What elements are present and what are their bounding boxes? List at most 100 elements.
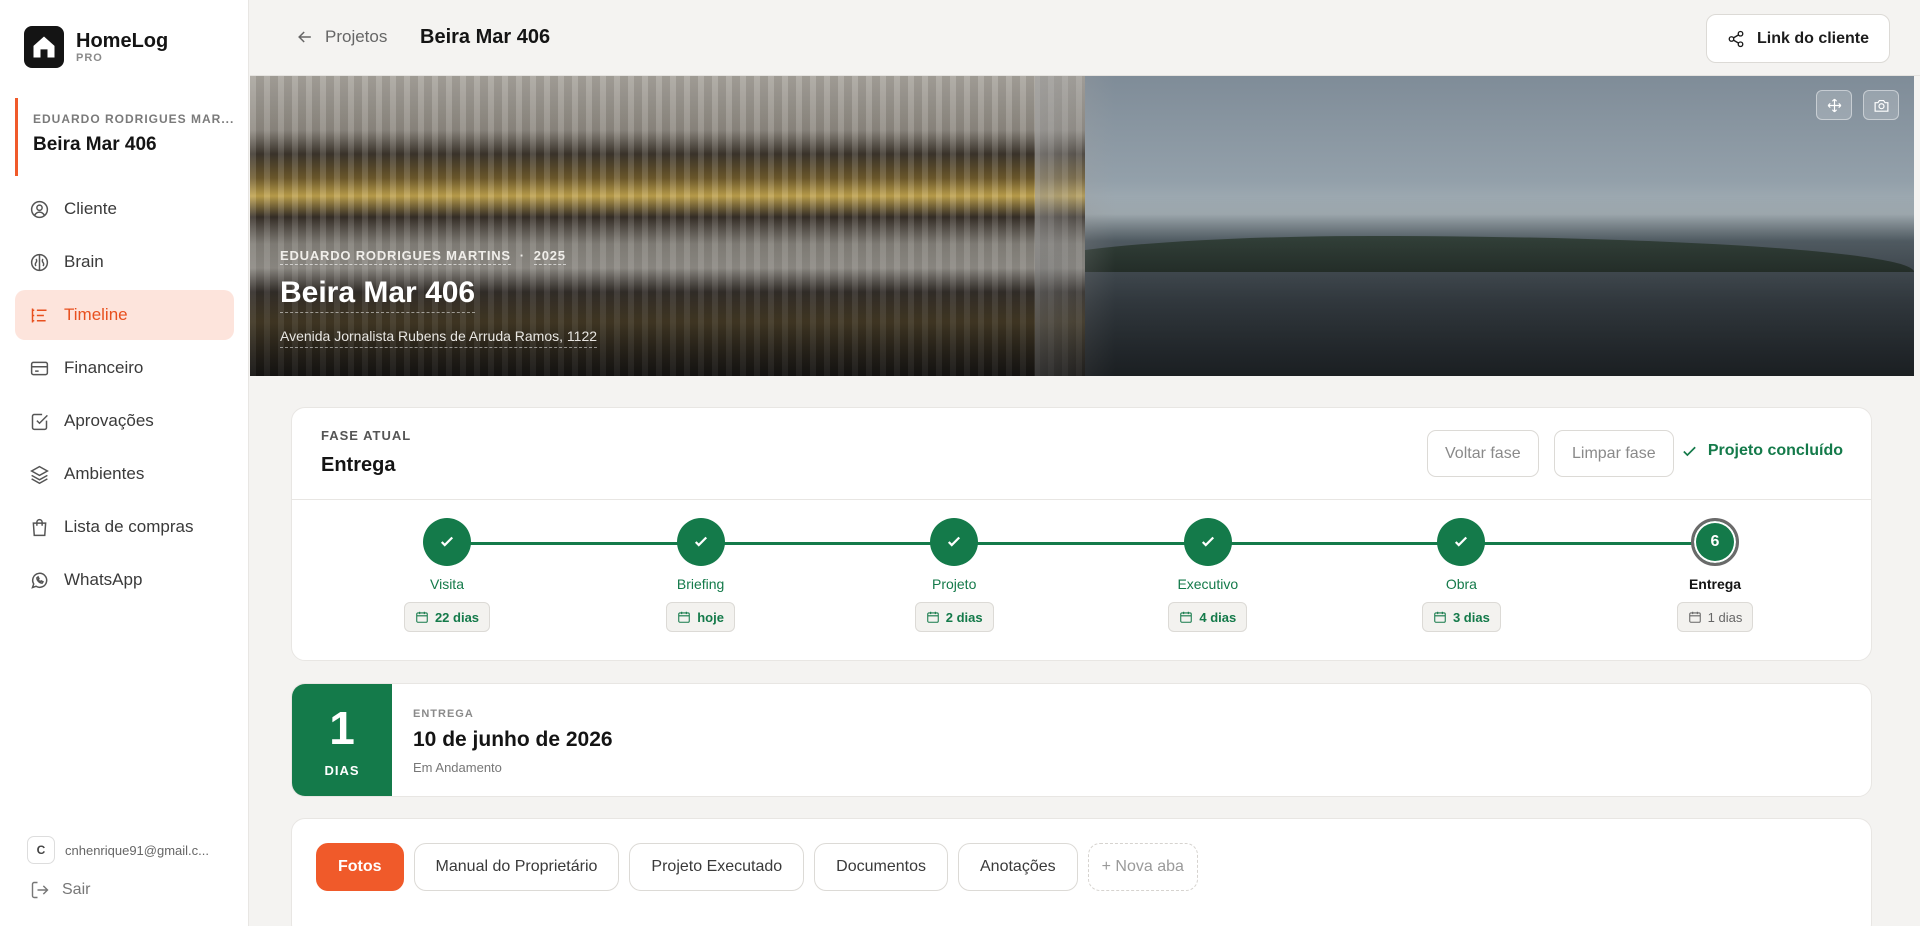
shopping-bag-icon [32, 518, 47, 536]
check-icon [440, 536, 454, 547]
step-circle-current: 6 [1691, 518, 1739, 566]
user-account[interactable]: C cnhenrique91@gmail.c... [27, 836, 209, 864]
step-duration-badge: 3 dias [1421, 602, 1501, 632]
current-project: EDUARDO RODRIGUES MAR... Beira Mar 406 [15, 98, 235, 176]
countdown-date: 10 de junho de 2026 [413, 728, 613, 751]
step-circle [676, 518, 725, 566]
step-duration: 2 dias [945, 609, 983, 625]
sidebar-item-lista-de-compras[interactable]: Lista de compras [15, 502, 234, 552]
sidebar-item-label: Aprovações [64, 411, 154, 430]
check-icon [1683, 446, 1696, 456]
change-cover-button[interactable] [1863, 90, 1899, 120]
countdown-label: ENTREGA [413, 708, 474, 720]
check-icon [1201, 536, 1214, 547]
app: HomeLog PRO EDUARDO RODRIGUES MAR... Bei… [0, 0, 1920, 926]
phase-label: FASE ATUAL [321, 428, 412, 443]
sidebar-item-ambientes[interactable]: Ambientes [15, 449, 234, 499]
logout-icon [31, 881, 49, 899]
user-circle-icon [30, 200, 49, 218]
phase-card: FASE ATUAL Entrega Voltar fase Limpar fa… [291, 407, 1872, 661]
project-client: EDUARDO RODRIGUES MAR... [33, 112, 235, 126]
sidebar-item-aprovacoes[interactable]: Aprovações [15, 396, 234, 446]
calendar-icon [926, 611, 939, 623]
countdown-status: Em Andamento [413, 760, 502, 775]
cover-separator: · [519, 248, 525, 263]
step-circle [1183, 518, 1232, 566]
step-duration: 3 dias [1452, 609, 1490, 625]
camera-icon [1874, 99, 1888, 112]
tab-manual-do-proprietario[interactable]: Manual do Proprietário [413, 843, 620, 891]
share-icon [1728, 30, 1744, 47]
countdown-unit: DIAS [324, 762, 360, 778]
phase-step-entrega[interactable]: 6 Entrega 1 dias [1645, 518, 1785, 632]
tab-projeto-executado[interactable]: Projeto Executado [629, 843, 805, 891]
logout-button[interactable]: Sair [30, 880, 90, 900]
client-link-button[interactable]: Link do cliente [1705, 14, 1890, 63]
topbar: Projetos Beira Mar 406 Link do cliente [250, 0, 1920, 76]
client-link-label: Link do cliente [1756, 29, 1869, 47]
back-to-projects-link[interactable]: Projetos [295, 27, 387, 47]
back-label: Projetos [325, 27, 388, 46]
back-phase-button[interactable]: Voltar fase [1427, 430, 1539, 477]
sidebar-item-whatsapp[interactable]: WhatsApp [15, 555, 234, 605]
step-duration: 4 dias [1199, 609, 1237, 625]
project-name: Beira Mar 406 [33, 134, 157, 155]
tab-anotacoes[interactable]: Anotações [958, 843, 1078, 891]
step-duration-badge: 2 dias [914, 602, 994, 632]
sidebar-item-label: WhatsApp [64, 570, 143, 589]
sidebar-item-label: Lista de compras [64, 517, 194, 536]
phase-step-executivo[interactable]: Executivo 4 dias [1138, 518, 1278, 632]
step-circle [1437, 518, 1486, 566]
delivery-countdown-card: 1 DIAS ENTREGA 10 de junho de 2026 Em An… [291, 683, 1872, 797]
brand-name: HomeLog [76, 30, 169, 52]
step-duration: 1 dias [1707, 609, 1743, 625]
arrow-left-icon [298, 31, 311, 43]
check-icon [694, 536, 707, 547]
logout-label: Sair [62, 881, 91, 898]
check-square-icon [31, 413, 48, 430]
step-name: Projeto [932, 576, 977, 592]
sidebar-item-brain[interactable]: Brain [15, 237, 234, 287]
sidebar-item-timeline[interactable]: Timeline [15, 290, 234, 340]
step-circle [423, 518, 471, 566]
cover-title[interactable]: Beira Mar 406 [280, 276, 476, 313]
step-name: Visita [430, 576, 464, 592]
phase-step-projeto[interactable]: Projeto 2 dias [884, 518, 1024, 632]
phase-step-briefing[interactable]: Briefing hoje [631, 518, 771, 632]
document-tabs: Fotos Manual do Proprietário Projeto Exe… [316, 843, 1198, 891]
phase-step-visita[interactable]: Visita 22 dias [377, 518, 517, 632]
project-done-label: Projeto concluído [1707, 442, 1843, 459]
page-title: Beira Mar 406 [420, 26, 551, 48]
tab-fotos[interactable]: Fotos [316, 843, 404, 891]
check-icon [948, 536, 961, 547]
sidebar-item-financeiro[interactable]: Financeiro [15, 343, 234, 393]
countdown-number: 1 [329, 701, 355, 754]
cover-address[interactable]: Avenida Jornalista Rubens de Arruda Ramo… [280, 328, 598, 348]
step-duration-badge: 4 dias [1168, 602, 1248, 632]
timeline-icon [31, 308, 47, 322]
phase-step-obra[interactable]: Obra 3 dias [1391, 518, 1531, 632]
avatar: C [27, 836, 55, 864]
clear-phase-button[interactable]: Limpar fase [1554, 430, 1674, 477]
check-icon [1455, 536, 1468, 547]
sidebar-item-cliente[interactable]: Cliente [15, 184, 234, 234]
sidebar-item-label: Brain [64, 252, 104, 271]
sidebar-item-label: Timeline [64, 305, 128, 324]
step-circle [930, 518, 979, 566]
cover-year: 2025 [533, 248, 566, 265]
project-cover: EDUARDO RODRIGUES MARTINS · 2025 Beira M… [250, 76, 1914, 376]
sidebar-nav: Cliente Brain Timeline Financeiro Aprova… [15, 184, 234, 608]
step-duration: 22 dias [434, 609, 480, 625]
brand[interactable]: HomeLog PRO [24, 26, 168, 68]
move-cover-button[interactable] [1816, 90, 1852, 120]
user-email: cnhenrique91@gmail.c... [65, 842, 209, 858]
phase-value: Entrega [321, 454, 396, 476]
tab-documentos[interactable]: Documentos [814, 843, 948, 891]
step-name: Obra [1445, 576, 1477, 592]
countdown-box: 1 DIAS [292, 684, 392, 796]
step-duration-badge: hoje [666, 602, 735, 632]
step-name: Briefing [676, 576, 725, 592]
documents-card: Fotos Manual do Proprietário Projeto Exe… [291, 818, 1872, 926]
add-tab-button[interactable]: + Nova aba [1087, 843, 1198, 891]
calendar-icon [1180, 611, 1193, 623]
